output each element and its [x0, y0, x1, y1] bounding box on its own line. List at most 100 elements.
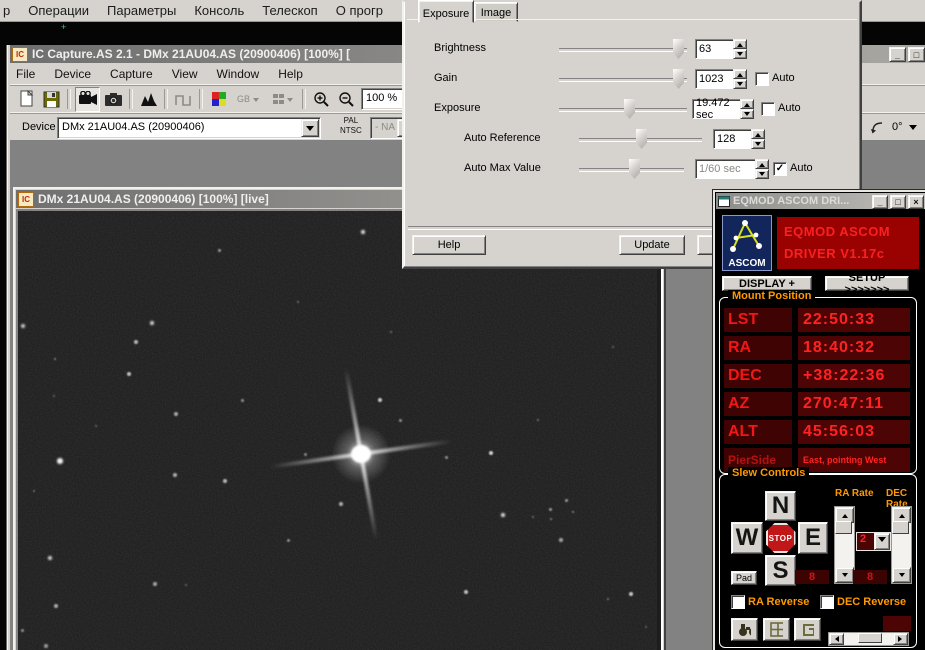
maximize-button[interactable]: □ [908, 47, 925, 62]
live-video-button[interactable] [75, 87, 100, 112]
rate-select[interactable]: 2 [856, 532, 891, 551]
brightness-spinner[interactable] [733, 39, 747, 59]
exposure-slider-thumb[interactable] [624, 99, 635, 119]
gain-spinner[interactable] [733, 69, 747, 89]
eqmod-title-bar[interactable]: EQMOD ASCOM DRI... _ □ × [716, 193, 925, 209]
desktop-menu-item-3[interactable]: Консоль [191, 3, 259, 18]
menu-item-window[interactable]: Window [211, 67, 273, 81]
layout-dropdown[interactable] [266, 88, 298, 111]
spin-down-button[interactable] [755, 169, 769, 179]
dec-reverse-checkbox[interactable] [820, 595, 834, 609]
spin-up-button[interactable] [751, 129, 765, 139]
slew-south-button[interactable]: S [765, 555, 796, 586]
histogram-button[interactable] [137, 88, 160, 111]
scroll-left-button[interactable] [829, 633, 844, 645]
gain-slider-track[interactable] [559, 78, 687, 82]
desktop-menu-item-0[interactable]: р [0, 3, 25, 18]
desktop-menu-item-5[interactable]: О прогр [333, 3, 398, 18]
display-button[interactable]: DISPLAY + [722, 276, 812, 291]
menu-item-file[interactable]: File [10, 67, 48, 81]
auto-reference-slider-thumb[interactable] [636, 129, 647, 149]
device-combo-arrow[interactable] [301, 119, 319, 137]
menu-item-capture[interactable]: Capture [104, 67, 166, 81]
slew-horizontal-scrollbar[interactable] [828, 632, 909, 646]
spin-down-button[interactable] [751, 139, 765, 149]
window-layout-button[interactable] [763, 618, 790, 641]
spin-down-button[interactable] [740, 109, 754, 119]
slew-controls-group: Slew Controls N W E S STOP Pad RA Rate D… [719, 474, 917, 648]
zoom-in-button[interactable] [310, 88, 333, 111]
gain-auto-checkbox[interactable] [755, 72, 769, 86]
exposure-auto-checkbox[interactable] [761, 102, 775, 116]
trigger-button[interactable] [172, 88, 195, 111]
rate-select-arrow[interactable] [874, 533, 890, 550]
toolbar-separator [199, 89, 203, 109]
spin-down-button[interactable] [733, 49, 747, 59]
minimize-button[interactable]: _ [889, 47, 906, 62]
desktop-menu-item-2[interactable]: Параметры [104, 3, 191, 18]
menu-item-view[interactable]: View [166, 67, 211, 81]
brightness-slider-track[interactable] [559, 48, 687, 52]
exposure-spinner[interactable] [740, 99, 754, 119]
help-button[interactable]: Help [412, 235, 486, 255]
slew-west-button[interactable]: W [731, 522, 763, 554]
toolbar-separator [164, 89, 168, 109]
zoom-out-button[interactable] [335, 88, 358, 111]
auto-reference-value[interactable]: 128 [713, 129, 754, 149]
spin-up-button[interactable] [740, 99, 754, 109]
menu-item-help[interactable]: Help [272, 67, 316, 81]
auto-max-value-spinner[interactable] [755, 159, 769, 179]
spin-up-button[interactable] [755, 159, 769, 169]
slew-stop-button[interactable]: STOP [764, 522, 797, 554]
find-button[interactable] [731, 618, 758, 641]
triangle-up-icon [842, 511, 848, 518]
device-combo[interactable]: DMx 21AU04.AS (20900406) [57, 117, 321, 139]
brightness-slider-thumb[interactable] [673, 39, 684, 59]
alt-label: ALT [724, 420, 792, 444]
auto-max-value-value[interactable]: 1/60 sec [695, 159, 758, 179]
menu-item-device[interactable]: Device [48, 67, 104, 81]
auto-max-value-auto-checkbox[interactable]: ✓ [773, 162, 787, 176]
star [549, 508, 552, 511]
spin-down-button[interactable] [733, 79, 747, 89]
update-button[interactable]: Update [619, 235, 685, 255]
desktop-menu-item-1[interactable]: Операции [25, 3, 104, 18]
desktop-menu-item-4[interactable]: Телескоп [259, 3, 332, 18]
scroll-down-button[interactable] [892, 567, 911, 583]
auto-reference-spinner[interactable] [751, 129, 765, 149]
auto-max-value-slider-thumb[interactable] [629, 159, 640, 179]
ra-rate-scrollbar[interactable] [834, 506, 855, 584]
scrollbar-thumb[interactable] [835, 521, 852, 534]
setup-button[interactable]: SETUP >>>>>>> [825, 276, 909, 291]
close-button[interactable]: × [908, 195, 924, 209]
scroll-down-button[interactable] [835, 567, 854, 583]
rotation-control[interactable]: 0° [862, 112, 925, 141]
minimize-button[interactable]: _ [872, 195, 888, 209]
gb-dropdown[interactable]: GB [232, 88, 264, 111]
save-button[interactable] [40, 88, 63, 111]
slew-north-button[interactable]: N [765, 491, 796, 521]
scrollbar-thumb[interactable] [892, 521, 909, 534]
exposure-value[interactable]: 19.472 sec [692, 99, 743, 119]
brightness-value[interactable]: 63 [695, 39, 736, 59]
exposure-slider-track[interactable] [559, 108, 687, 112]
az-value: 270:47:11 [798, 392, 910, 416]
tab-exposure[interactable]: Exposure [418, 0, 474, 23]
new-file-button[interactable] [15, 88, 38, 111]
spin-up-button[interactable] [733, 39, 747, 49]
gain-value[interactable]: 1023 [695, 69, 736, 89]
pad-button[interactable]: Pad [731, 571, 757, 585]
dec-rate-scrollbar[interactable] [891, 506, 912, 584]
ra-reverse-checkbox[interactable] [731, 595, 745, 609]
goto-button[interactable] [794, 618, 821, 641]
scrollbar-thumb[interactable] [858, 633, 882, 643]
gain-slider-thumb[interactable] [673, 69, 684, 89]
spin-up-button[interactable] [733, 69, 747, 79]
color-settings-button[interactable] [207, 88, 230, 111]
scroll-right-button[interactable] [893, 633, 908, 645]
gb-label: GB [237, 94, 250, 104]
snapshot-button[interactable] [102, 88, 125, 111]
slew-east-button[interactable]: E [798, 522, 828, 554]
starfield-image[interactable] [18, 211, 657, 650]
maximize-button[interactable]: □ [890, 195, 906, 209]
